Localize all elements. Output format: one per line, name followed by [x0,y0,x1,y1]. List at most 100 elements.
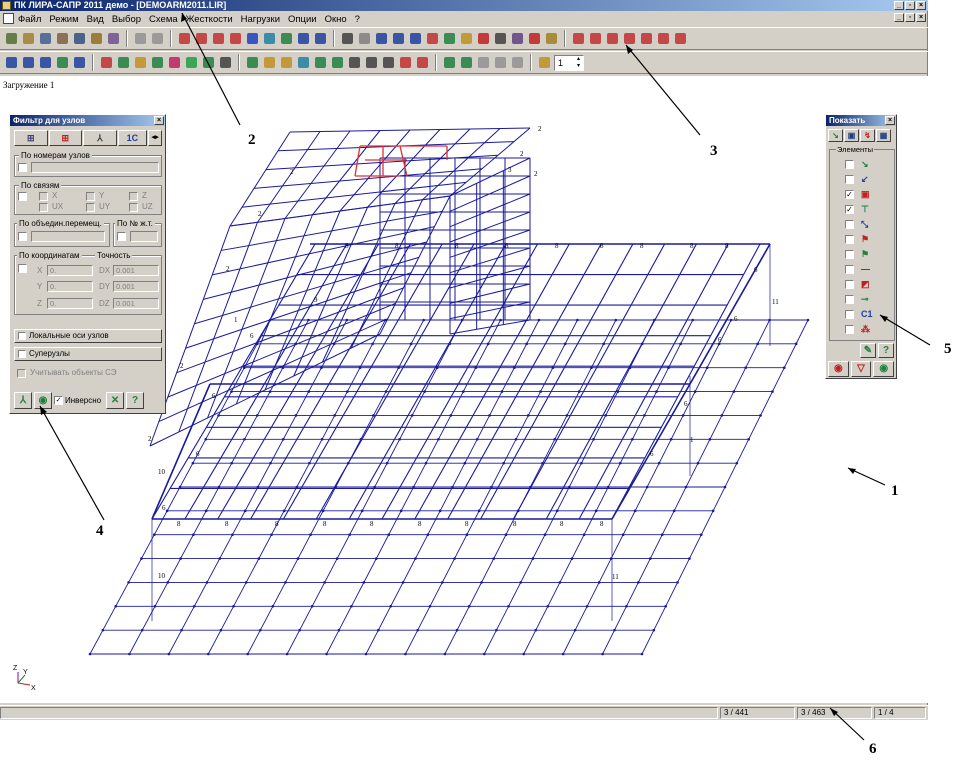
model-node[interactable] [416,628,420,632]
show-element-checkbox[interactable] [845,175,854,184]
doc-close-button[interactable]: × [916,13,926,22]
link-uz-checkbox[interactable] [129,203,138,212]
model-node[interactable] [360,509,364,513]
model-node[interactable] [453,557,456,560]
model-node[interactable] [794,342,798,346]
model-node[interactable] [350,604,353,608]
apply-filter-button[interactable]: ⅄ [14,391,32,409]
coord-y-input[interactable]: 0. [47,281,93,292]
show-panel-close-button[interactable]: × [885,116,895,125]
model-node[interactable] [463,461,467,465]
model-node[interactable] [522,652,526,656]
plate-icon[interactable] [493,31,508,46]
model-node[interactable] [613,628,616,632]
model-node[interactable] [684,485,688,489]
model-node[interactable] [759,414,762,417]
model-node[interactable] [525,342,528,346]
model-node[interactable] [167,652,171,656]
model-node[interactable] [180,628,183,632]
menu-view[interactable]: Вид [87,14,104,25]
show-element-row[interactable]: ✓ ⊤ [845,203,885,216]
load-case-spinner[interactable]: 1 [554,54,584,71]
model-node[interactable] [645,485,649,489]
model-node[interactable] [474,366,478,370]
find-element-icon[interactable] [391,31,406,46]
show-help-button[interactable]: ? [878,343,894,358]
display-axes-icon[interactable] [605,31,620,46]
model-node[interactable] [573,628,577,632]
model-node[interactable] [192,533,195,537]
show-element-row[interactable]: ↘ [845,158,885,171]
link-x-checkbox[interactable] [39,192,48,201]
model-member[interactable] [257,131,321,223]
show-nodes-icon[interactable]: ↘ [828,129,843,142]
model-node[interactable] [696,461,700,465]
model-node[interactable] [495,628,498,632]
model-node[interactable] [404,652,407,656]
model-member[interactable] [449,211,531,243]
model-node[interactable] [437,437,440,441]
link-ux-checkbox[interactable] [39,203,48,212]
model-node[interactable] [482,652,486,656]
display-nodes-icon[interactable] [571,31,586,46]
model-node[interactable] [281,437,285,441]
export-icon[interactable] [55,31,70,46]
model-member[interactable] [578,243,729,520]
node-numbers-input[interactable] [31,162,159,173]
model-node[interactable] [756,342,759,346]
tab-groups[interactable]: 1С [117,130,148,146]
model-node[interactable] [165,509,169,513]
fragment-all-icon[interactable] [510,55,525,70]
help-icon[interactable] [544,31,559,46]
model-member[interactable] [449,319,531,335]
help-cursor-icon[interactable] [510,31,525,46]
model-node[interactable] [428,604,432,608]
model-node[interactable] [534,628,538,632]
add-node-icon[interactable] [245,55,260,70]
model-node[interactable] [230,390,233,393]
model-member[interactable] [207,218,286,419]
title-bar[interactable]: ПК ЛИРА-САПР 2011 демо - [DEMOARM2011.LI… [0,0,928,11]
model-member[interactable] [203,241,427,300]
mesh-icon[interactable] [398,55,413,70]
model-node[interactable] [372,414,375,417]
model-node[interactable] [625,604,628,608]
link-uy-checkbox[interactable] [86,203,95,212]
model-member[interactable] [178,222,258,433]
model-node[interactable] [218,557,222,560]
model-node[interactable] [648,557,652,560]
model-node[interactable] [768,318,771,322]
model-node[interactable] [320,437,324,441]
model-node[interactable] [88,652,92,656]
coord-dx-input[interactable]: 0.001 [113,265,159,276]
add-bar-icon[interactable] [262,55,277,70]
maximize-button[interactable]: ▫ [905,1,915,10]
model-node[interactable] [679,342,682,346]
show-loads-icon[interactable]: ↯ [860,129,875,142]
find-node-icon[interactable] [374,31,389,46]
by-fe-checkbox[interactable] [117,232,126,241]
zoom-in-icon[interactable] [296,31,311,46]
model-node[interactable] [387,533,391,537]
show-element-row[interactable]: ⚑ [845,248,885,261]
projection-icon[interactable] [262,31,277,46]
model-node[interactable] [258,628,262,632]
model-node[interactable] [500,390,504,393]
model-member[interactable] [289,127,531,133]
model-node[interactable] [364,652,368,656]
support-icon[interactable] [442,31,457,46]
model-node[interactable] [561,652,565,656]
model-member[interactable] [449,283,531,304]
view-front-icon[interactable] [177,31,192,46]
show-elements-icon[interactable]: ▣ [844,129,859,142]
calc-icon[interactable] [106,31,121,46]
menu-options[interactable]: Опции [288,14,317,25]
model-node[interactable] [720,414,724,417]
model-node[interactable] [711,509,715,513]
model-node[interactable] [191,461,195,465]
model-node[interactable] [467,604,471,608]
table-icon[interactable] [415,55,430,70]
model-node[interactable] [307,318,310,322]
force-icon[interactable] [476,31,491,46]
model-node[interactable] [310,604,314,608]
